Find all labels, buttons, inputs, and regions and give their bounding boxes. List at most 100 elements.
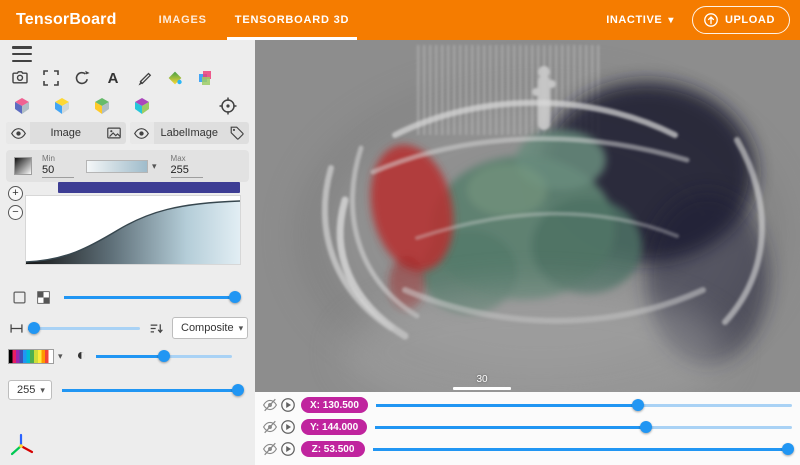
checkerboard-icon[interactable] (34, 285, 52, 309)
image-layer-group: Image (6, 122, 126, 144)
header-spacer (363, 0, 606, 40)
view-cube-x-icon[interactable] (10, 94, 34, 118)
app-header: TensorBoard IMAGES TENSORBOARD 3D INACTI… (0, 0, 800, 40)
blend-row: Composite ▾ (8, 316, 248, 340)
scale-bar-label: 30 (453, 374, 511, 385)
y-visibility-eye-off-icon[interactable] (261, 418, 279, 436)
annotations-text-icon[interactable]: A (101, 66, 125, 90)
settings-panel: A (0, 40, 255, 465)
orientation-axes-icon[interactable] (8, 432, 36, 460)
volume-render-viewport[interactable]: 30 (255, 40, 800, 392)
opacity-row (10, 285, 245, 309)
volume-render-image (255, 40, 800, 392)
upload-button[interactable]: UPLOAD (692, 6, 790, 34)
transfer-preview-icon[interactable] (14, 157, 32, 175)
scale-bar: 30 (453, 374, 511, 390)
chevron-down-icon: ▾ (668, 15, 674, 26)
opacity-slider[interactable] (64, 290, 240, 304)
tensorboard-app: TensorBoard IMAGES TENSORBOARD 3D INACTI… (0, 0, 800, 465)
zoom-out-button[interactable]: − (8, 205, 23, 220)
y-slice-row: Y: 144.000 (255, 417, 800, 437)
z-visibility-eye-off-icon[interactable] (261, 440, 279, 458)
component-row: 255 ▾ (8, 380, 248, 400)
x-visibility-eye-off-icon[interactable] (261, 396, 279, 414)
contrast-icon[interactable]: ◐ (77, 348, 87, 364)
min-input[interactable]: 50 (42, 163, 74, 178)
colormap-strip (86, 160, 148, 173)
slice-slider-area: X: 130.500 Y: 144.000 Z: 53.500 (255, 392, 800, 465)
label-colormap-dropdown[interactable]: ▾ (8, 349, 63, 364)
scale-bar-line (453, 387, 511, 390)
max-input[interactable]: 255 (171, 163, 203, 178)
image-visibility-eye-icon[interactable] (6, 122, 30, 144)
reset-rotation-icon[interactable] (70, 66, 94, 90)
upload-label: UPLOAD (725, 14, 775, 26)
labelimage-visibility-eye-icon[interactable] (130, 122, 154, 144)
blend-slider-thumb[interactable] (28, 322, 40, 334)
chevron-down-icon: ▾ (40, 385, 45, 396)
z-play-button[interactable] (279, 440, 297, 458)
tab-images[interactable]: IMAGES (145, 0, 221, 40)
window-slider[interactable] (96, 349, 232, 363)
blend-slider[interactable] (28, 321, 140, 335)
view-cube-oblique-icon[interactable] (130, 94, 154, 118)
upload-icon (703, 12, 719, 28)
transfer-function-editor[interactable] (26, 196, 240, 264)
component-slider[interactable] (62, 383, 238, 397)
image-icon (102, 125, 126, 141)
solid-square-icon[interactable] (10, 285, 28, 309)
component-value: 255 (17, 384, 35, 396)
z-value-badge: Z: 53.500 (301, 441, 365, 457)
label-colormap-strip (8, 349, 54, 364)
z-slice-row: Z: 53.500 (255, 439, 800, 459)
color-mix-preset-icon[interactable] (194, 66, 218, 90)
layer-toggles: Image LabelImage (6, 122, 249, 144)
zoom-in-button[interactable]: + (8, 186, 23, 201)
range-icon[interactable] (8, 316, 24, 340)
component-slider-thumb[interactable] (232, 384, 244, 396)
tag-icon (225, 125, 249, 141)
main-toolbar: A (8, 66, 218, 90)
menu-icon[interactable] (12, 46, 32, 62)
view-cube-y-icon[interactable] (50, 94, 74, 118)
intensity-range-bar: Min 50 ▾ Max 255 (6, 150, 249, 182)
view-cube-z-icon[interactable] (90, 94, 114, 118)
crosshair-icon[interactable] (216, 94, 240, 118)
min-field: Min 50 (42, 154, 74, 178)
y-value-badge: Y: 144.000 (301, 419, 367, 435)
probe-tool-icon[interactable] (132, 66, 156, 90)
chevron-down-icon: ▾ (152, 161, 157, 172)
view-cube-toolbar (10, 94, 240, 118)
histogram-range-bar[interactable] (58, 182, 240, 193)
x-value-badge: X: 130.500 (301, 397, 368, 413)
tab-tensorboard-3d[interactable]: TENSORBOARD 3D (221, 0, 364, 40)
y-play-button[interactable] (279, 418, 297, 436)
shading-preset-icon[interactable] (163, 66, 187, 90)
colormap-dropdown[interactable]: ▾ (86, 160, 157, 173)
opacity-slider-thumb[interactable] (229, 291, 241, 303)
image-layer-label: Image (30, 127, 102, 139)
z-slider-thumb[interactable] (782, 443, 794, 455)
x-play-button[interactable] (279, 396, 297, 414)
x-slider-thumb[interactable] (632, 399, 644, 411)
status-label: INACTIVE (606, 14, 662, 26)
blend-mode-dropdown[interactable]: Composite ▾ (172, 317, 248, 339)
component-dropdown[interactable]: 255 ▾ (8, 380, 52, 400)
window-slider-thumb[interactable] (158, 350, 170, 362)
y-slice-slider[interactable] (375, 420, 792, 434)
y-slider-thumb[interactable] (640, 421, 652, 433)
app-title: TensorBoard (16, 11, 117, 29)
chevron-down-icon: ▾ (58, 351, 63, 362)
chevron-down-icon: ▾ (239, 323, 244, 334)
sort-icon[interactable] (148, 316, 164, 340)
z-slice-slider[interactable] (373, 442, 792, 456)
x-slice-row: X: 130.500 (255, 395, 800, 415)
labelimage-layer-group: LabelImage (130, 122, 250, 144)
screenshot-camera-icon[interactable] (8, 66, 32, 90)
status-dropdown[interactable]: INACTIVE ▾ (606, 14, 674, 26)
x-slice-slider[interactable] (376, 398, 792, 412)
fit-view-icon[interactable] (39, 66, 63, 90)
labelimage-layer-label: LabelImage (154, 127, 226, 139)
blend-mode-label: Composite (181, 322, 234, 334)
min-caption: Min (42, 154, 74, 163)
